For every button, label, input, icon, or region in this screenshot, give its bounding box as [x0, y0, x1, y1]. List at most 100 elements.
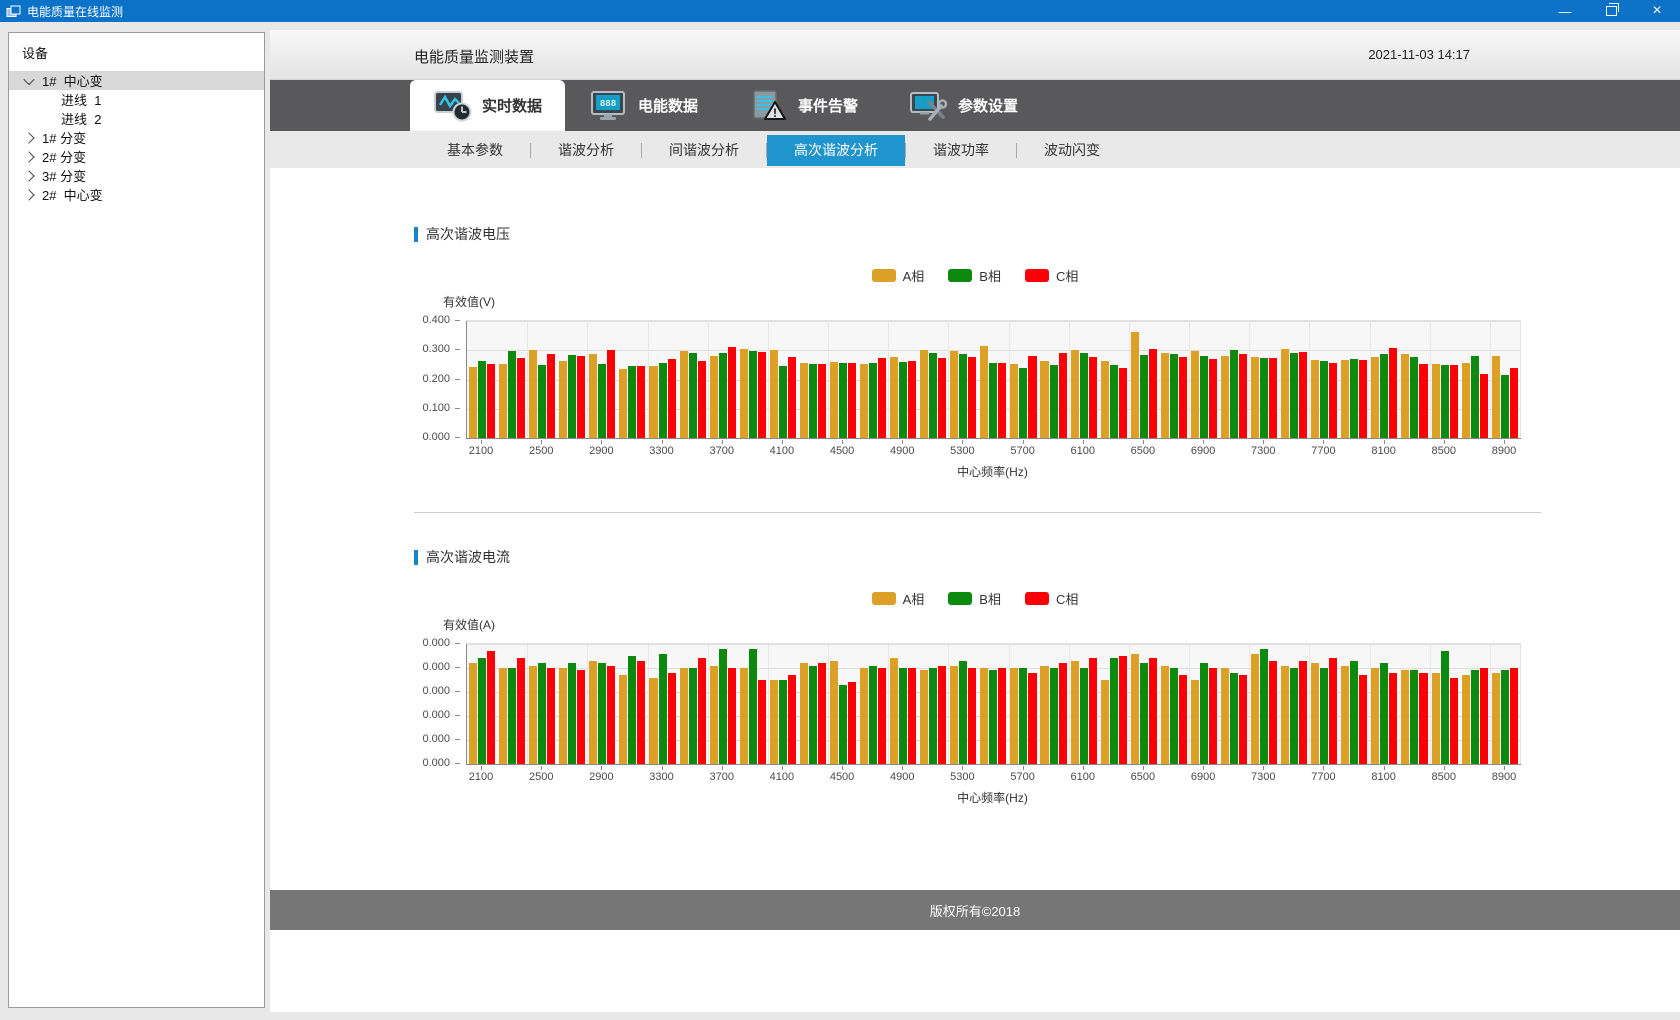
section-title-current: 高次谐波电流	[414, 547, 510, 567]
bar	[1010, 668, 1018, 764]
subtab-1[interactable]: 谐波分析	[531, 135, 641, 166]
tree-item-label: 进线 2	[61, 109, 101, 128]
bar	[1170, 354, 1178, 438]
x-tick-mark	[481, 440, 482, 444]
subtab-0[interactable]: 基本参数	[420, 135, 530, 166]
bar	[878, 358, 886, 438]
bar-group-6900	[1189, 321, 1219, 438]
bar	[1161, 353, 1169, 438]
y-tick-label: 0.000	[422, 733, 450, 745]
bar	[538, 365, 546, 438]
bar	[1191, 680, 1199, 764]
tree-item-0[interactable]: 1# 中心变	[9, 71, 264, 90]
tree-item-5[interactable]: 3# 分变	[9, 166, 264, 185]
titlebar: 电能质量在线监测 — ×	[0, 0, 1680, 22]
bar-group-6500	[1129, 644, 1159, 764]
bar	[1320, 361, 1328, 438]
bar	[1119, 368, 1127, 438]
y-tick-mark	[455, 691, 460, 692]
chevron-down-icon[interactable]	[23, 73, 34, 84]
device-tree-panel: 设备 1# 中心变进线 1进线 21# 分变2# 分变3# 分变2# 中心变	[8, 32, 265, 1008]
subtab-2[interactable]: 间谐波分析	[642, 135, 766, 166]
bar	[1230, 350, 1238, 438]
device-tree: 1# 中心变进线 1进线 21# 分变2# 分变3# 分变2# 中心变	[9, 71, 264, 204]
bar-group-8300	[1399, 321, 1429, 438]
restore-button[interactable]	[1588, 0, 1634, 22]
bar-group-8500	[1430, 644, 1460, 764]
bar	[607, 666, 615, 764]
x-tick-mark	[541, 440, 542, 444]
close-icon: ×	[1652, 2, 1661, 20]
chevron-right-icon[interactable]	[23, 132, 34, 143]
bar	[920, 350, 928, 438]
bar-group-5300	[948, 644, 978, 764]
x-tick-label: 2500	[529, 445, 553, 457]
tab-2[interactable]: !事件告警	[748, 80, 858, 131]
bar	[869, 363, 877, 438]
bar-group-4500	[828, 644, 858, 764]
x-tick-mark	[722, 440, 723, 444]
bar	[989, 670, 997, 764]
subtab-5[interactable]: 波动闪变	[1017, 135, 1127, 166]
chevron-right-icon[interactable]	[23, 189, 34, 200]
bar	[1501, 375, 1509, 438]
bar	[938, 358, 946, 438]
legend-item: C相	[1025, 589, 1078, 608]
tree-item-2[interactable]: 进线 2	[9, 109, 264, 128]
bar	[1450, 365, 1458, 438]
tab-1[interactable]: 888电能数据	[588, 80, 698, 131]
bar-group-7700	[1309, 321, 1339, 438]
bar-group-2500	[527, 321, 557, 438]
subtab-3[interactable]: 高次谐波分析	[767, 135, 905, 166]
chevron-right-icon[interactable]	[23, 170, 34, 181]
x-tick-label: 5700	[1010, 771, 1034, 783]
tree-item-label: 3# 分变	[42, 166, 86, 185]
close-button[interactable]: ×	[1634, 0, 1680, 22]
bar-group-2700	[557, 644, 587, 764]
realtime-icon	[433, 89, 473, 123]
x-tick-label: 8900	[1492, 445, 1516, 457]
bar	[1401, 354, 1409, 438]
bar-group-7500	[1279, 321, 1309, 438]
x-tick-mark	[782, 766, 783, 770]
x-tick-label: 5700	[1010, 445, 1034, 457]
bar	[728, 347, 736, 438]
bar-group-7100	[1219, 321, 1249, 438]
legend-item: C相	[1025, 266, 1078, 285]
minimize-button[interactable]: —	[1542, 0, 1588, 22]
tree-item-4[interactable]: 2# 分变	[9, 147, 264, 166]
bar	[568, 355, 576, 438]
bar-groups	[467, 321, 1520, 438]
bar	[1221, 356, 1229, 438]
tree-item-1[interactable]: 进线 1	[9, 90, 264, 109]
tab-0[interactable]: 实时数据	[410, 80, 565, 131]
bar	[968, 357, 976, 438]
bar	[998, 363, 1006, 438]
bar	[1510, 368, 1518, 438]
bar	[508, 351, 516, 438]
bar	[1140, 663, 1148, 764]
x-tick-label: 7700	[1311, 771, 1335, 783]
bar	[1059, 663, 1067, 764]
bar	[749, 351, 757, 438]
bar-group-6300	[1099, 321, 1129, 438]
bar	[1320, 668, 1328, 764]
bar	[1149, 658, 1157, 764]
bar-group-8500	[1430, 321, 1460, 438]
chevron-right-icon[interactable]	[23, 151, 34, 162]
bar	[517, 658, 525, 764]
bar	[1089, 357, 1097, 438]
bar-group-3300	[647, 321, 677, 438]
bar	[680, 351, 688, 438]
bar	[1389, 673, 1397, 764]
bar	[968, 668, 976, 764]
tree-item-6[interactable]: 2# 中心变	[9, 185, 264, 204]
tree-item-3[interactable]: 1# 分变	[9, 128, 264, 147]
bar	[710, 356, 718, 438]
x-tick-mark	[1143, 766, 1144, 770]
bar-group-5500	[978, 321, 1008, 438]
subtab-4[interactable]: 谐波功率	[906, 135, 1016, 166]
tab-3[interactable]: 参数设置	[908, 80, 1018, 131]
bar	[929, 668, 937, 764]
bar-group-6900	[1189, 644, 1219, 764]
